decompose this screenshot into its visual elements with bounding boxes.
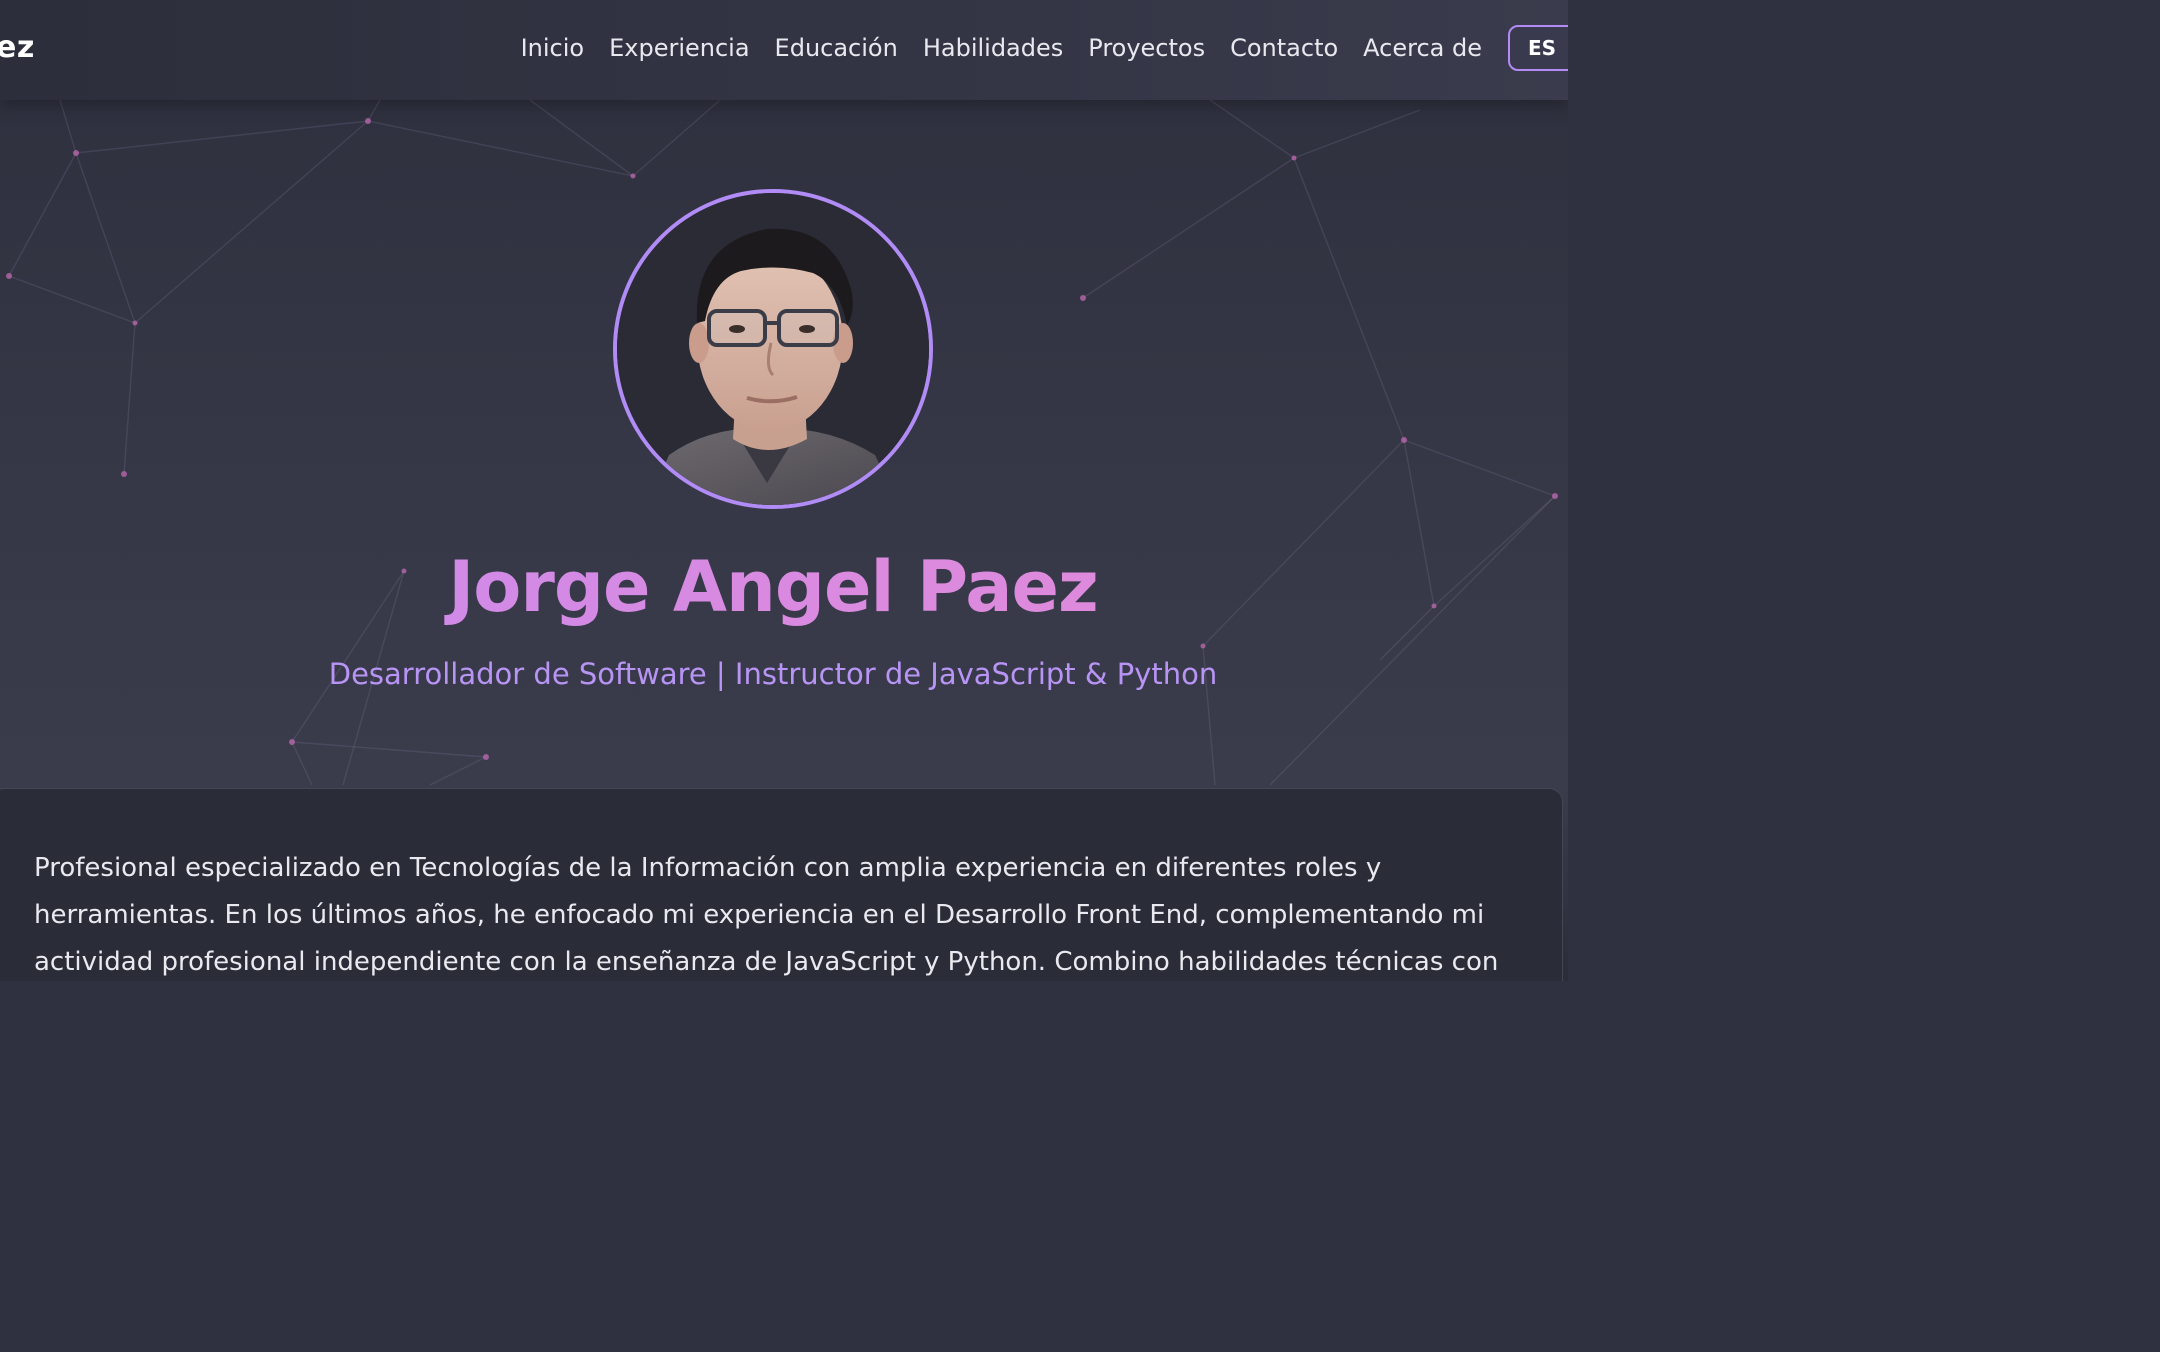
nav-link-inicio[interactable]: Inicio xyxy=(521,34,585,62)
profile-avatar xyxy=(613,189,933,509)
page: ez Inicio Experiencia Educación Habilida… xyxy=(0,0,1568,981)
hero-name: Jorge Angel Paez xyxy=(0,546,1546,628)
nav-link-proyectos[interactable]: Proyectos xyxy=(1088,34,1205,62)
profile-photo-illustration xyxy=(617,193,929,505)
about-card: Profesional especializado en Tecnologías… xyxy=(0,788,1563,981)
language-toggle-button[interactable]: ES xyxy=(1508,25,1568,71)
nav-link-acerca-de[interactable]: Acerca de xyxy=(1363,34,1482,62)
nav-link-contacto[interactable]: Contacto xyxy=(1230,34,1338,62)
nav-link-experiencia[interactable]: Experiencia xyxy=(609,34,749,62)
nav-links: Inicio Experiencia Educación Habilidades… xyxy=(521,34,1482,62)
navbar: ez Inicio Experiencia Educación Habilida… xyxy=(0,0,1568,100)
brand-logo[interactable]: ez xyxy=(0,30,35,65)
nav-link-educacion[interactable]: Educación xyxy=(775,34,898,62)
nav-link-habilidades[interactable]: Habilidades xyxy=(923,34,1063,62)
hero-subtitle: Desarrollador de Software | Instructor d… xyxy=(328,657,1218,691)
about-text: Profesional especializado en Tecnologías… xyxy=(34,853,1499,977)
